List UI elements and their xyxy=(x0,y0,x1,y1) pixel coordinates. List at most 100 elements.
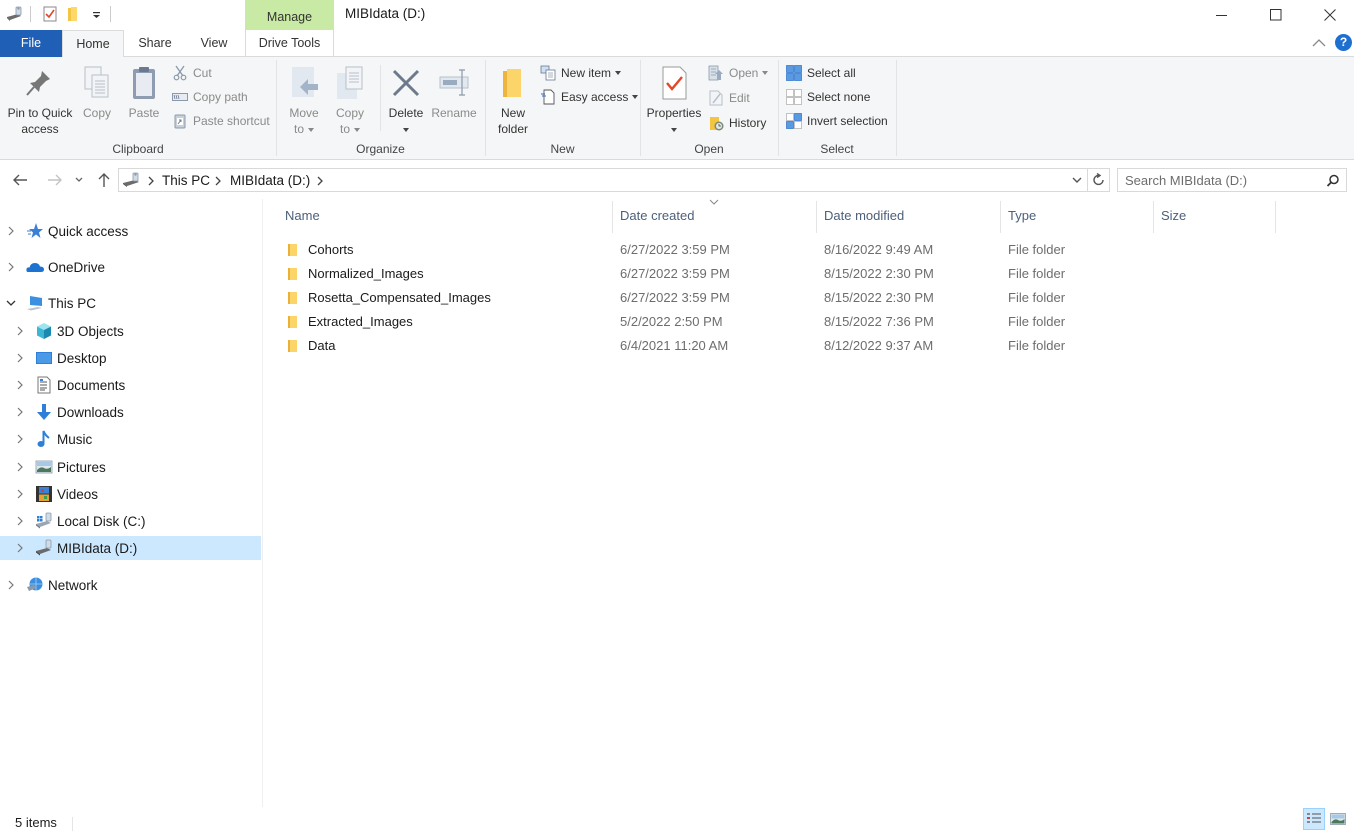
nav-item-documents[interactable]: Documents xyxy=(0,373,261,397)
chevron-right-icon[interactable] xyxy=(15,462,25,472)
column-divider[interactable] xyxy=(612,201,613,233)
file-row[interactable]: Rosetta_Compensated_Images 6/27/2022 3:5… xyxy=(280,286,1280,310)
paste-button[interactable]: Paste xyxy=(124,61,164,121)
new-folder-button[interactable]: New folder xyxy=(492,61,534,137)
new-group-label: New xyxy=(550,142,575,156)
address-bar[interactable]: This PC MIBIdata (D:) xyxy=(118,168,1088,192)
column-header-date-modified[interactable]: Date modified xyxy=(824,208,904,223)
cut-button[interactable]: Cut xyxy=(172,63,212,83)
chevron-down-icon[interactable] xyxy=(6,298,16,308)
chevron-right-icon[interactable] xyxy=(15,407,25,417)
refresh-button[interactable] xyxy=(1088,168,1110,192)
column-header-name[interactable]: Name xyxy=(285,208,320,223)
maximize-button[interactable] xyxy=(1249,0,1303,30)
column-header-type[interactable]: Type xyxy=(1008,208,1036,223)
column-divider[interactable] xyxy=(1275,201,1276,233)
rename-button[interactable]: Rename xyxy=(430,61,478,121)
tab-home[interactable]: Home xyxy=(62,30,124,58)
collapse-ribbon-icon[interactable] xyxy=(1310,35,1328,51)
address-history-chevron-icon[interactable] xyxy=(1071,176,1083,184)
column-divider[interactable] xyxy=(1000,201,1001,233)
properties-icon[interactable] xyxy=(41,5,59,23)
minimize-button[interactable] xyxy=(1195,0,1249,30)
window-title: MIBIdata (D:) xyxy=(345,6,426,21)
chevron-right-icon[interactable] xyxy=(6,226,16,236)
move-to-button[interactable]: Move to xyxy=(284,61,324,137)
nav-item-pictures[interactable]: Pictures xyxy=(0,455,261,479)
chevron-right-icon[interactable] xyxy=(15,516,25,526)
file-row[interactable]: Extracted_Images 5/2/2022 2:50 PM 8/15/2… xyxy=(280,310,1280,334)
back-button[interactable] xyxy=(9,169,31,191)
chevron-right-icon[interactable] xyxy=(6,580,16,590)
chevron-down-icon xyxy=(75,177,83,182)
chevron-right-icon[interactable] xyxy=(15,353,25,363)
nav-item-quick-access[interactable]: Quick access xyxy=(0,219,261,243)
pin-to-quick-access-button[interactable]: Pin to Quick access xyxy=(4,61,76,137)
details-view-button[interactable] xyxy=(1303,808,1325,830)
chevron-right-icon[interactable] xyxy=(15,543,25,553)
chevron-right-icon[interactable] xyxy=(15,380,25,390)
tab-drive-tools[interactable]: Drive Tools xyxy=(245,30,334,57)
nav-item-mibidata-d[interactable]: MIBIdata (D:) xyxy=(0,536,261,560)
search-icon[interactable] xyxy=(1326,174,1340,188)
column-divider[interactable] xyxy=(1153,201,1154,233)
nav-item-videos[interactable]: Videos xyxy=(0,482,261,506)
open-button[interactable]: Open xyxy=(708,63,769,83)
forward-button[interactable] xyxy=(44,169,66,191)
copy-path-button[interactable]: Copy path xyxy=(172,87,248,107)
customize-qat-icon[interactable] xyxy=(88,5,106,23)
properties-button[interactable]: Properties xyxy=(646,61,702,137)
breadcrumb-this-pc[interactable]: This PC xyxy=(162,173,210,188)
column-header-size[interactable]: Size xyxy=(1161,208,1186,223)
search-box[interactable] xyxy=(1117,168,1347,192)
invert-selection-button[interactable]: Invert selection xyxy=(786,111,888,131)
breadcrumb-mibidata[interactable]: MIBIdata (D:) xyxy=(230,173,310,188)
search-input[interactable] xyxy=(1125,171,1315,189)
chevron-right-icon[interactable] xyxy=(15,434,25,444)
select-all-button[interactable]: Select all xyxy=(786,63,856,83)
select-none-button[interactable]: Select none xyxy=(786,87,870,107)
tab-view[interactable]: View xyxy=(188,30,240,57)
close-button[interactable] xyxy=(1303,0,1354,30)
move-to-label-2: to xyxy=(284,121,324,137)
nav-item-local-disk-c[interactable]: Local Disk (C:) xyxy=(0,509,261,533)
file-row[interactable]: Data 6/4/2021 11:20 AM 8/12/2022 9:37 AM… xyxy=(280,334,1280,358)
edit-button[interactable]: Edit xyxy=(708,88,750,108)
chevron-right-icon[interactable] xyxy=(15,326,25,336)
nav-item-desktop[interactable]: Desktop xyxy=(0,346,261,370)
cloud-icon xyxy=(26,263,44,272)
tab-file[interactable]: File xyxy=(0,30,62,57)
nav-item-downloads[interactable]: Downloads xyxy=(0,400,261,424)
copy-button[interactable]: Copy xyxy=(78,61,116,121)
nav-item-this-pc[interactable]: This PC xyxy=(0,291,261,315)
easy-access-button[interactable]: Easy access xyxy=(540,87,639,107)
chevron-right-icon[interactable] xyxy=(15,489,25,499)
delete-button[interactable]: Delete xyxy=(386,61,426,137)
nav-item-music[interactable]: Music xyxy=(0,427,261,451)
breadcrumb-separator-icon[interactable] xyxy=(316,176,324,186)
paste-shortcut-button[interactable]: Paste shortcut xyxy=(172,111,270,131)
file-row[interactable]: Cohorts 6/27/2022 3:59 PM 8/16/2022 9:49… xyxy=(280,238,1280,262)
new-item-button[interactable]: New item xyxy=(540,63,622,83)
breadcrumb-separator-icon[interactable] xyxy=(214,176,222,186)
recent-locations-button[interactable] xyxy=(70,169,88,191)
large-icons-view-button[interactable] xyxy=(1327,808,1349,830)
new-folder-icon[interactable] xyxy=(65,5,83,23)
tab-share[interactable]: Share xyxy=(126,30,184,57)
invert-selection-icon xyxy=(786,113,802,129)
column-divider[interactable] xyxy=(816,201,817,233)
easy-access-label: Easy access xyxy=(561,90,629,104)
nav-item-network[interactable]: Network xyxy=(0,573,261,597)
nav-item-onedrive[interactable]: OneDrive xyxy=(0,255,261,279)
chevron-right-icon[interactable] xyxy=(6,262,16,272)
up-button[interactable] xyxy=(93,169,115,191)
history-button[interactable]: History xyxy=(708,113,766,133)
breadcrumb-separator-icon[interactable] xyxy=(147,176,155,186)
help-button[interactable]: ? xyxy=(1335,34,1352,51)
column-header-date-created[interactable]: Date created xyxy=(620,208,694,223)
nav-item-3d-objects[interactable]: 3D Objects xyxy=(0,319,261,343)
file-row[interactable]: Normalized_Images 6/27/2022 3:59 PM 8/15… xyxy=(280,262,1280,286)
copy-to-button[interactable]: Copy to xyxy=(330,61,370,137)
organize-separator xyxy=(380,65,381,131)
drive-icon[interactable] xyxy=(6,5,24,23)
